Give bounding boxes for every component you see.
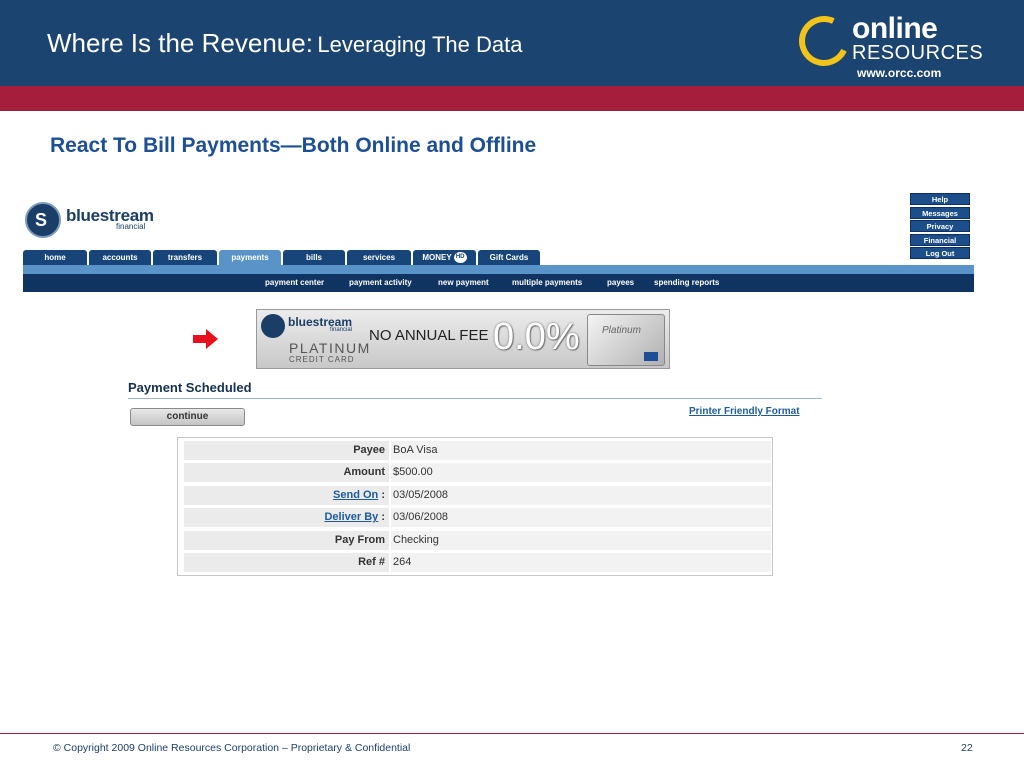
tab-services[interactable]: services xyxy=(347,250,411,265)
banner-product: PLATINUM xyxy=(289,340,371,356)
pay-from-label: Pay From xyxy=(184,530,389,550)
payment-details-table: Payee BoA Visa Amount $500.00 Send On : … xyxy=(177,437,773,576)
deliver-by-colon: : xyxy=(381,511,385,524)
main-tabs: home accounts transfers payments bills s… xyxy=(23,250,540,265)
logo-word-resources: RESOURCES xyxy=(852,42,984,64)
send-on-label: Send On : xyxy=(184,485,389,505)
slide: Where Is the Revenue: Leveraging The Dat… xyxy=(0,0,1024,768)
send-on-colon: : xyxy=(381,488,385,501)
printer-friendly-link[interactable]: Printer Friendly Format xyxy=(689,406,800,417)
send-on-value: 03/05/2008 xyxy=(391,485,771,505)
side-links: Help Messages Privacy Financial Log Out xyxy=(910,193,970,261)
card-text: Platinum xyxy=(602,325,641,336)
visa-logo-icon xyxy=(644,352,658,361)
footer-copyright: © Copyright 2009 Online Resources Corpor… xyxy=(53,742,411,754)
hd-badge-icon: HD xyxy=(453,252,467,264)
credit-card-image: Platinum xyxy=(587,314,665,366)
payments-subnav: payment center payment activity new paym… xyxy=(23,274,974,292)
slide-subtitle: React To Bill Payments—Both Online and O… xyxy=(50,134,537,157)
table-row: Ref # 264 xyxy=(181,552,771,572)
banner-brand-sub: financial xyxy=(330,327,353,333)
help-link[interactable]: Help xyxy=(910,193,970,205)
banner-fee-text: NO ANNUAL FEE xyxy=(369,327,489,344)
tab-gift-cards[interactable]: Gift Cards xyxy=(478,250,540,265)
amount-label: Amount xyxy=(184,463,389,483)
accent-bar xyxy=(0,86,1024,111)
right-arrow-icon xyxy=(193,329,218,349)
title-divider xyxy=(128,398,822,399)
subnav-multiple-payments[interactable]: multiple payments xyxy=(512,278,582,287)
tab-payments[interactable]: payments xyxy=(219,250,281,265)
logo-word-online: online xyxy=(852,12,938,45)
tab-home[interactable]: home xyxy=(23,250,87,265)
title-colon: : xyxy=(305,28,313,58)
slide-title: Where Is the Revenue: Leveraging The Dat… xyxy=(47,28,522,59)
subnav-spending-reports[interactable]: spending reports xyxy=(654,278,719,287)
title-sub: Leveraging The Data xyxy=(317,32,523,57)
subnav-payees[interactable]: payees xyxy=(607,278,634,287)
credit-card-ad-banner[interactable]: bluestream financial PLATINUM CREDIT CAR… xyxy=(256,309,670,369)
payee-label: Payee xyxy=(184,441,389,460)
tab-accounts[interactable]: accounts xyxy=(89,250,151,265)
subnav-payment-center[interactable]: payment center xyxy=(265,278,324,287)
banner-rate: 0.0% xyxy=(493,316,580,358)
subnav-payment-activity[interactable]: payment activity xyxy=(349,278,412,287)
deliver-by-link[interactable]: Deliver By xyxy=(324,511,378,523)
deliver-by-value: 03/06/2008 xyxy=(391,508,771,528)
header-bar: Where Is the Revenue: Leveraging The Dat… xyxy=(0,0,1024,86)
page-number: 22 xyxy=(961,742,973,754)
online-resources-logo-icon xyxy=(791,8,857,74)
send-on-link[interactable]: Send On xyxy=(333,489,378,501)
bank-logo-sub: financial xyxy=(116,222,146,231)
tab-bills[interactable]: bills xyxy=(283,250,345,265)
tab-transfers[interactable]: transfers xyxy=(153,250,217,265)
financial-link[interactable]: Financial xyxy=(910,233,970,246)
tabs-underline xyxy=(23,265,974,274)
banner-logo-icon xyxy=(261,314,285,338)
table-row: Deliver By : 03/06/2008 xyxy=(181,508,771,528)
privacy-link[interactable]: Privacy xyxy=(910,220,970,232)
title-main: Where Is the Revenue xyxy=(47,28,306,58)
deliver-by-label: Deliver By : xyxy=(184,508,389,528)
table-row: Send On : 03/05/2008 xyxy=(181,485,771,505)
payment-scheduled-title: Payment Scheduled xyxy=(128,380,252,395)
logo-url: www.orcc.com xyxy=(857,66,942,80)
log-out-link[interactable]: Log Out xyxy=(910,247,970,259)
payee-value: BoA Visa xyxy=(391,441,771,460)
banner-product-sub: CREDIT CARD xyxy=(289,355,355,364)
ref-label: Ref # xyxy=(184,552,389,572)
footer-divider xyxy=(0,733,1024,734)
table-row: Pay From Checking xyxy=(181,530,771,550)
bluestream-logo-icon: S xyxy=(25,202,61,238)
pay-from-value: Checking xyxy=(391,530,771,550)
tab-money-label: MONEY xyxy=(422,253,452,262)
tab-money-hd[interactable]: MONEY HD xyxy=(413,250,476,265)
table-row: Payee BoA Visa xyxy=(181,441,771,460)
subnav-new-payment[interactable]: new payment xyxy=(438,278,489,287)
ref-value: 264 xyxy=(391,552,771,572)
table-row: Amount $500.00 xyxy=(181,463,771,483)
amount-value: $500.00 xyxy=(391,463,771,483)
messages-link[interactable]: Messages xyxy=(910,206,970,219)
continue-button[interactable]: continue xyxy=(130,408,245,426)
